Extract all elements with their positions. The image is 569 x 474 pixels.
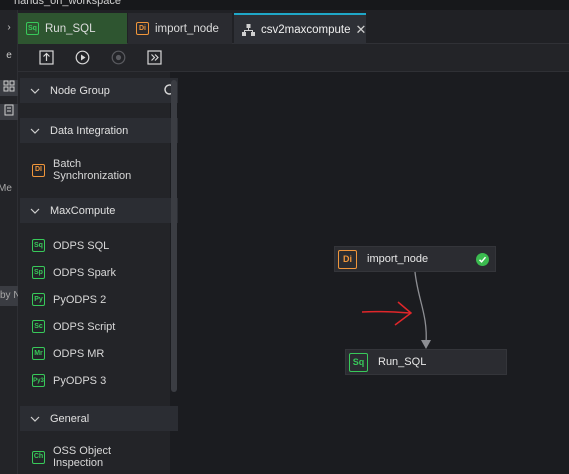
panel-scrollbar[interactable] [171, 80, 177, 392]
item-label: PyODPS 2 [53, 293, 107, 306]
item-label: PyODPS 3 [53, 374, 107, 387]
workflow-node-import-node[interactable]: Di import_node [334, 246, 496, 272]
batch-sync-icon: DI [32, 163, 45, 177]
node-label: import_node [367, 253, 429, 265]
chevron-down-icon [20, 128, 50, 134]
tab-csv2maxcompute[interactable]: csv2maxcompute ✕ [234, 13, 366, 44]
data-integration-icon: Di [136, 22, 149, 35]
node-item-oss-object-inspection[interactable]: Ch OSS Object Inspection [32, 445, 182, 469]
section-general[interactable]: General [20, 406, 184, 431]
section-data-integration[interactable]: Data Integration [20, 118, 184, 143]
oss-inspection-icon: Ch [32, 450, 45, 464]
section-label: Node Group [50, 84, 110, 97]
node-item-odps-script[interactable]: Sc ODPS Script [32, 320, 182, 333]
grid-icon[interactable] [0, 80, 18, 96]
section-maxcompute[interactable]: MaxCompute [20, 198, 184, 223]
window-title-bar: hands_on_workspace [0, 0, 569, 10]
item-label: ODPS Script [53, 320, 116, 333]
pyodps3-icon: Py3 [32, 374, 45, 387]
odps-mr-icon: Mr [32, 347, 45, 360]
chevron-down-icon [20, 88, 50, 94]
data-integration-icon: Di [338, 249, 357, 269]
chevron-down-icon [20, 208, 50, 214]
success-check-icon [476, 253, 489, 266]
section-label: MaxCompute [50, 204, 116, 217]
window-title: hands_on_workspace [14, 0, 122, 7]
chevron-down-icon [20, 416, 50, 422]
odps-sql-icon: Sq [32, 239, 45, 252]
item-label: ODPS MR [53, 347, 105, 360]
sidebar-label: by N [0, 286, 18, 306]
node-component-panel: Node Group Data Integration DI Batch Sync… [18, 72, 184, 474]
node-item-odps-spark[interactable]: Sp ODPS Spark [32, 266, 182, 279]
document-icon[interactable] [0, 104, 18, 120]
node-item-odps-mr[interactable]: Mr ODPS MR [32, 347, 182, 360]
item-label: Inspection [53, 457, 104, 469]
workflow-icon [242, 23, 255, 36]
sidebar-icon[interactable]: e [0, 50, 18, 66]
sql-node-icon: Sq [26, 22, 39, 35]
left-sidebar-strip: › e Me by N [0, 10, 18, 474]
tab-label: csv2maxcompute [261, 23, 351, 36]
item-label: Batch [53, 158, 82, 170]
tab-label: Run_SQL [45, 22, 96, 35]
item-label: OSS Object [53, 445, 112, 457]
tab-bar: Sq Run_SQL Di import_node csv2maxcompute… [18, 10, 569, 44]
sidebar-label: Me [0, 183, 12, 194]
go-to-ops-icon[interactable] [146, 49, 162, 65]
node-item-odps-sql[interactable]: Sq ODPS SQL [32, 239, 182, 252]
odps-spark-icon: Sp [32, 266, 45, 279]
item-label: Synchronization [53, 170, 132, 182]
section-label: General [50, 412, 90, 425]
node-item-pyodps-2[interactable]: Py PyODPS 2 [32, 293, 182, 306]
node-label: Run_SQL [378, 356, 427, 368]
odps-script-icon: Sc [32, 320, 45, 333]
sidebar-icon[interactable]: › [0, 22, 18, 38]
workflow-canvas[interactable] [178, 72, 569, 474]
tab-run-sql[interactable]: Sq Run_SQL [18, 13, 127, 44]
node-item-batch-synchronization[interactable]: DI Batch Synchronization [32, 158, 182, 182]
sql-node-icon: Sq [349, 352, 368, 372]
section-label: Data Integration [50, 124, 129, 137]
stop-icon[interactable] [110, 49, 126, 65]
workflow-toolbar [18, 44, 569, 72]
item-label: ODPS Spark [53, 266, 116, 279]
submit-icon[interactable] [38, 49, 54, 65]
pyodps2-icon: Py [32, 293, 45, 306]
workflow-node-run-sql[interactable]: Sq Run_SQL [345, 349, 507, 375]
close-icon[interactable]: ✕ [355, 22, 366, 38]
node-item-pyodps-3[interactable]: Py3 PyODPS 3 [32, 374, 182, 387]
run-icon[interactable] [74, 49, 90, 65]
tab-import-node[interactable]: Di import_node [128, 13, 232, 44]
item-label: ODPS SQL [53, 239, 110, 252]
tab-label: import_node [155, 22, 219, 35]
section-node-group[interactable]: Node Group [20, 78, 184, 103]
